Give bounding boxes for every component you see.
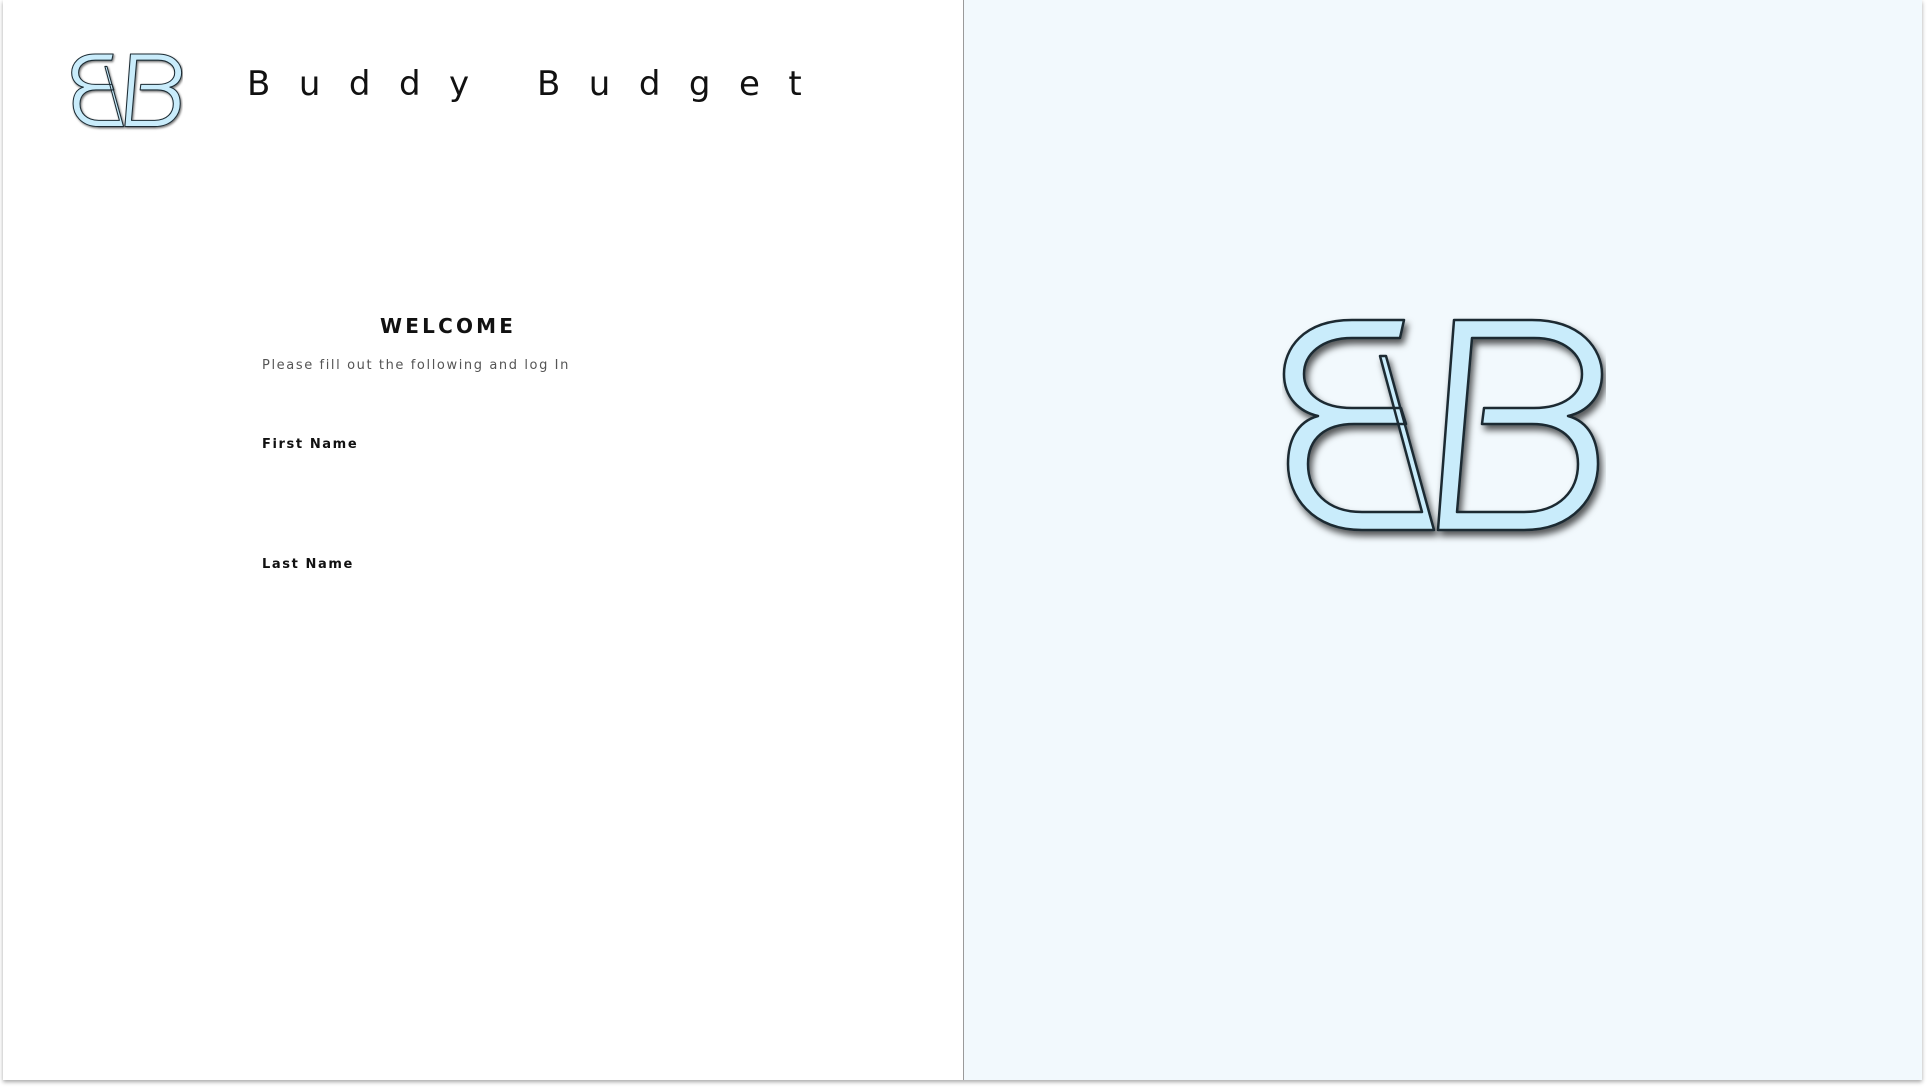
login-window: Buddy Budget WELCOME Please fill out the…	[3, 0, 1922, 1080]
brand-name: Buddy Budget	[247, 64, 831, 104]
login-panel: Buddy Budget WELCOME Please fill out the…	[3, 0, 964, 1080]
first-name-input[interactable]	[262, 460, 722, 500]
form-subtitle: Please fill out the following and log In	[262, 358, 570, 373]
hero-panel	[964, 0, 1922, 1080]
welcome-heading: WELCOME	[380, 314, 517, 338]
bb-monogram-logo-icon	[1282, 318, 1604, 532]
last-name-label: Last Name	[262, 557, 354, 572]
first-name-label: First Name	[262, 437, 359, 452]
bb-monogram-logo-icon	[71, 53, 183, 128]
last-name-input[interactable]	[262, 580, 722, 620]
